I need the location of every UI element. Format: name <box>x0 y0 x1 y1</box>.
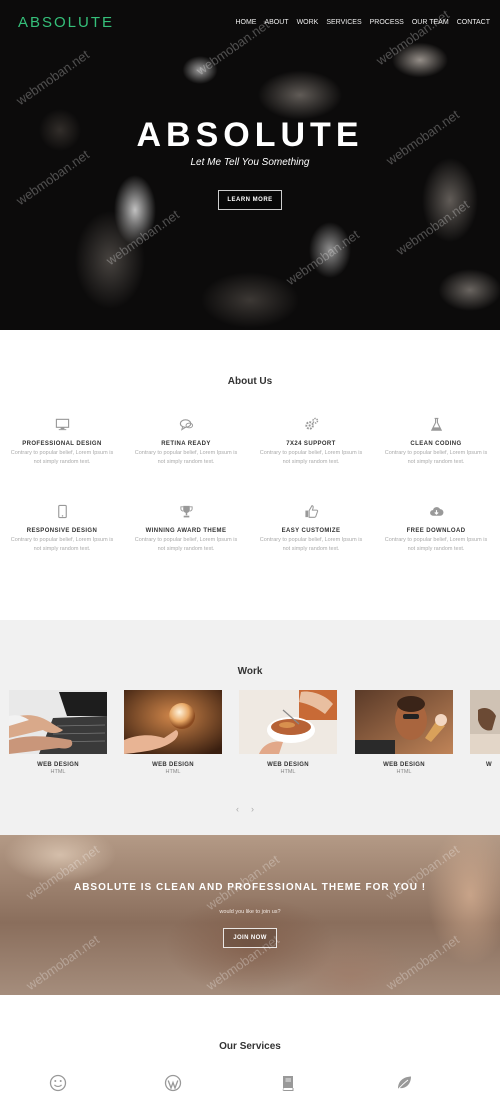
feature-item: RESPONSIVE DESIGN Contrary to popular be… <box>7 502 117 554</box>
portfolio-image-ice-cream <box>355 690 453 754</box>
cta-title: ABSOLUTE IS CLEAN AND PROFESSIONAL THEME… <box>73 882 427 893</box>
watermark: webmoban.net <box>283 226 362 289</box>
nav-home[interactable]: HOME <box>235 19 256 26</box>
feature-desc: Contrary to popular belief, Lorem Ipsum … <box>384 537 488 552</box>
portfolio-title: WEB DESIGN <box>383 762 425 768</box>
watermark: webmoban.net <box>193 16 272 79</box>
feature-item: WINNING AWARD THEME Contrary to popular … <box>131 502 241 554</box>
services-title: Our Services <box>219 1041 281 1052</box>
feature-desc: Contrary to popular belief, Lorem Ipsum … <box>10 450 114 465</box>
feature-desc: Contrary to popular belief, Lorem Ipsum … <box>134 450 238 465</box>
portfolio-image-glass-ball <box>124 690 222 754</box>
carousel-arrows: ‹ › <box>236 804 254 814</box>
portfolio-item[interactable]: WEB DESIGN HTML <box>9 690 107 775</box>
feature-item: FREE DOWNLOAD Contrary to popular belief… <box>381 502 491 554</box>
portfolio-subtitle: HTML <box>165 769 181 775</box>
cta-subtitle: would you like to join us? <box>219 909 281 915</box>
leaf-icon <box>394 1073 414 1093</box>
hero-section: webmoban.net webmoban.net webmoban.net w… <box>0 0 500 330</box>
portfolio-image-laptop <box>9 690 107 754</box>
portfolio-title: W <box>486 762 492 768</box>
portfolio-image-partial <box>470 690 500 754</box>
work-section: Work WEB DESIGN HTML WEB DESIGN HTML WEB… <box>0 620 500 835</box>
watermark: webmoban.net <box>383 931 462 994</box>
gears-icon <box>256 415 366 433</box>
trophy-icon <box>131 502 241 520</box>
hero-title: ABSOLUTE <box>136 116 364 154</box>
feature-title: RETINA READY <box>161 441 211 447</box>
tablet-icon <box>7 502 117 520</box>
feature-title: FREE DOWNLOAD <box>406 528 466 534</box>
main-nav: HOME ABOUT WORK SERVICES PROCESS OUR TEA… <box>235 19 490 26</box>
nav-work[interactable]: WORK <box>297 19 319 26</box>
portfolio-subtitle: HTML <box>280 769 296 775</box>
chat-bubbles-icon <box>131 415 241 433</box>
watermark: webmoban.net <box>103 206 182 269</box>
watermark: webmoban.net <box>23 931 102 994</box>
feature-desc: Contrary to popular belief, Lorem Ipsum … <box>259 537 363 552</box>
portfolio-subtitle: HTML <box>50 769 66 775</box>
portfolio-item[interactable]: W <box>470 690 500 769</box>
feature-desc: Contrary to popular belief, Lorem Ipsum … <box>384 450 488 465</box>
feature-desc: Contrary to popular belief, Lorem Ipsum … <box>10 537 114 552</box>
feature-title: CLEAN CODING <box>410 441 462 447</box>
portfolio-title: WEB DESIGN <box>267 762 309 768</box>
portfolio-title: WEB DESIGN <box>37 762 79 768</box>
watermark: webmoban.net <box>373 6 452 69</box>
watermark: webmoban.net <box>23 841 102 904</box>
monitor-icon <box>7 415 117 433</box>
cta-section: webmoban.net webmoban.net webmoban.net w… <box>0 835 500 995</box>
portfolio-image-food-bowl <box>239 690 337 754</box>
learn-more-button[interactable]: LEARN MORE <box>218 190 282 210</box>
smile-icon <box>48 1073 68 1093</box>
feature-title: PROFESSIONAL DESIGN <box>22 441 102 447</box>
nav-services[interactable]: SERVICES <box>326 19 361 26</box>
join-now-button[interactable]: JOIN NOW <box>223 928 277 948</box>
about-section: About Us PROFESSIONAL DESIGN Contrary to… <box>0 330 500 620</box>
watermark: webmoban.net <box>13 46 92 109</box>
feature-item: RETINA READY Contrary to popular belief,… <box>131 415 241 467</box>
carousel-next-button[interactable]: › <box>251 804 254 814</box>
carousel-prev-button[interactable]: ‹ <box>236 804 239 814</box>
watermark: webmoban.net <box>383 841 462 904</box>
feature-item: EASY CUSTOMIZE Contrary to popular belie… <box>256 502 366 554</box>
nav-our-team[interactable]: OUR TEAM <box>412 19 449 26</box>
nav-contact[interactable]: CONTACT <box>457 19 490 26</box>
hero-subtitle: Let Me Tell You Something <box>190 157 310 168</box>
portfolio-item[interactable]: WEB DESIGN HTML <box>239 690 337 775</box>
portfolio-item[interactable]: WEB DESIGN HTML <box>355 690 453 775</box>
watermark: webmoban.net <box>393 196 472 259</box>
feature-item: PROFESSIONAL DESIGN Contrary to popular … <box>7 415 117 467</box>
portfolio-subtitle: HTML <box>396 769 412 775</box>
feature-title: EASY CUSTOMIZE <box>281 528 341 534</box>
feature-title: 7X24 SUPPORT <box>286 441 336 447</box>
nav-process[interactable]: PROCESS <box>370 19 404 26</box>
feature-item: CLEAN CODING Contrary to popular belief,… <box>381 415 491 467</box>
book-icon <box>278 1073 298 1093</box>
feature-desc: Contrary to popular belief, Lorem Ipsum … <box>259 450 363 465</box>
portfolio-item[interactable]: WEB DESIGN HTML <box>124 690 222 775</box>
site-logo[interactable]: ABSOLUTE <box>18 14 114 31</box>
flask-icon <box>381 415 491 433</box>
cloud-download-icon <box>381 502 491 520</box>
feature-title: WINNING AWARD THEME <box>145 528 227 534</box>
feature-item: 7X24 SUPPORT Contrary to popular belief,… <box>256 415 366 467</box>
wordpress-icon <box>163 1073 183 1093</box>
services-section: Our Services <box>0 995 500 1100</box>
thumbs-up-icon <box>256 502 366 520</box>
feature-title: RESPONSIVE DESIGN <box>26 528 98 534</box>
feature-desc: Contrary to popular belief, Lorem Ipsum … <box>134 537 238 552</box>
nav-about[interactable]: ABOUT <box>264 19 288 26</box>
about-title: About Us <box>227 376 273 387</box>
work-title: Work <box>237 666 263 677</box>
portfolio-title: WEB DESIGN <box>152 762 194 768</box>
